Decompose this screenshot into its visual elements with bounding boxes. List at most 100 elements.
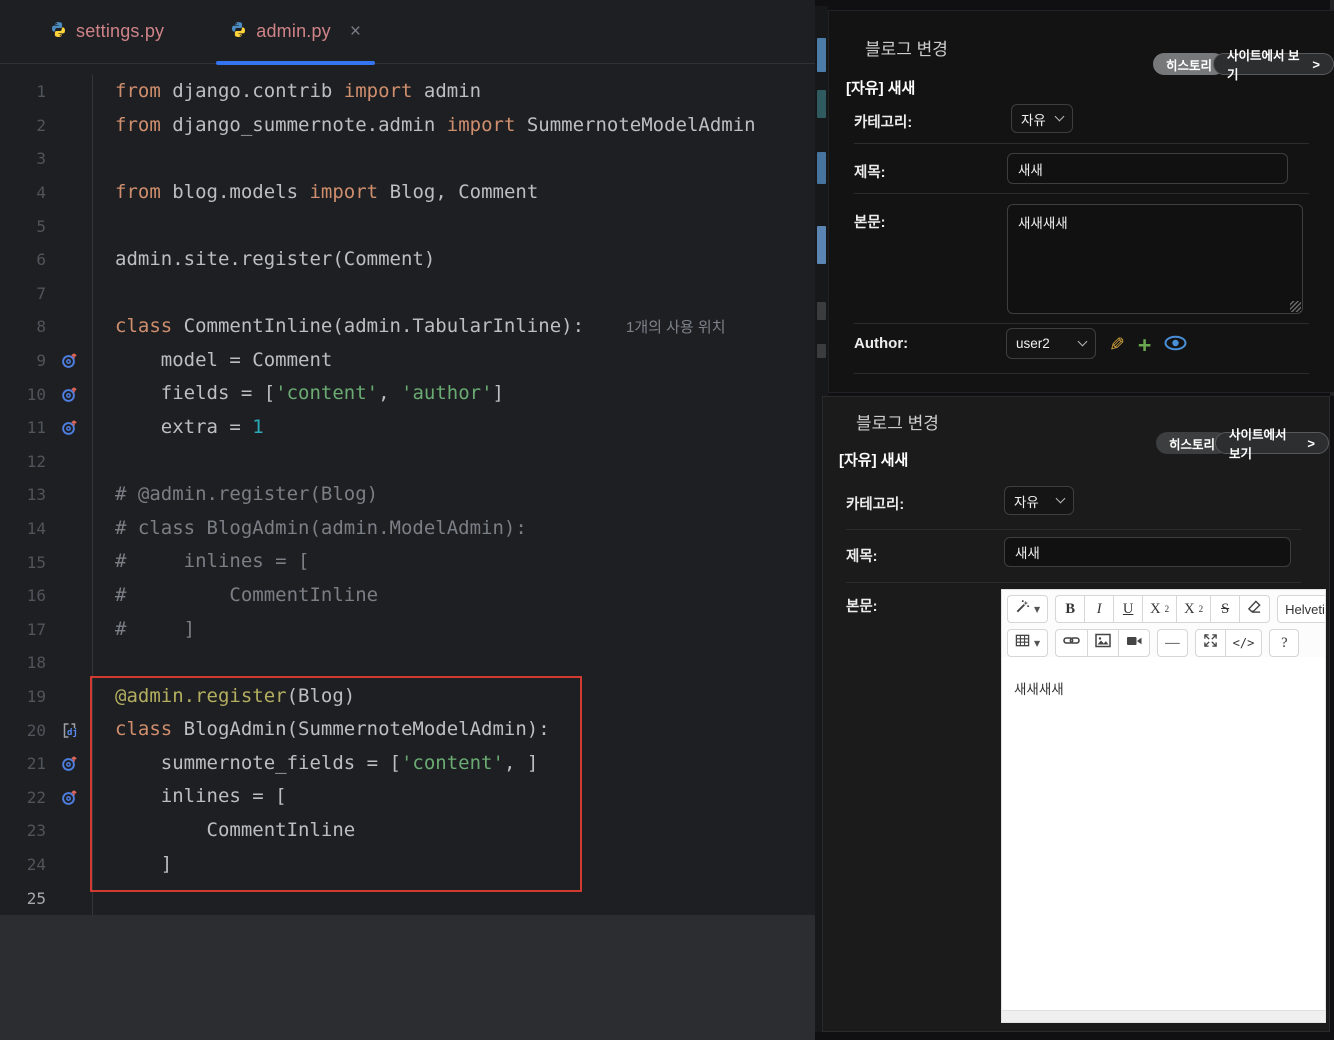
video-icon-button[interactable] (1118, 629, 1151, 657)
code-line[interactable]: 6 admin.site.register(Comment) (0, 242, 815, 277)
video-icon (1126, 634, 1142, 653)
code-text: from blog.models import Blog, Comment (92, 175, 815, 210)
occluded-link-fragment (817, 226, 826, 264)
body-textarea[interactable]: 새새새새 (1007, 204, 1303, 314)
link-icon-button[interactable] (1055, 629, 1089, 657)
token: django_summernote.admin (160, 113, 447, 136)
code-line[interactable]: 8 class CommentInline(admin.TabularInline… (0, 310, 815, 344)
chevron-right-icon: > (1312, 56, 1320, 72)
help-button[interactable]: ? (1269, 629, 1300, 657)
code-line[interactable]: 11 extra = 1 (0, 410, 815, 445)
token: django.contrib (160, 80, 344, 102)
view-on-site-button[interactable]: 사이트에서 보기 > (1215, 428, 1329, 461)
code-line[interactable]: 17 # ] (0, 612, 815, 647)
code-line[interactable]: 20 dj class BlogAdmin(SummernoteModelAdmin… (0, 713, 815, 747)
token: CommentInline (115, 819, 356, 842)
eraser-icon-button[interactable] (1239, 595, 1271, 623)
picture-icon-button[interactable] (1087, 629, 1120, 657)
line-number: 25 (26, 888, 46, 908)
override-gutter-icon[interactable] (46, 419, 92, 436)
token: from (115, 113, 161, 136)
code-line[interactable]: 14 # class BlogAdmin(admin.ModelAdmin): (0, 511, 815, 546)
author-label: Author: (854, 335, 909, 352)
token: blog.models (160, 180, 310, 203)
code-line[interactable]: 24 ] (0, 847, 815, 882)
token: import (446, 113, 516, 136)
line-number: 7 (36, 283, 46, 303)
code-area[interactable]: 1 from django.contrib import admin 2 from d… (0, 75, 815, 915)
code-line[interactable]: 19 @admin.register (Blog) (0, 679, 815, 714)
override-gutter-icon[interactable] (46, 352, 92, 369)
category-select[interactable]: 자유 (1004, 486, 1074, 515)
django-gutter-icon[interactable]: dj (46, 722, 92, 739)
divider (854, 373, 1309, 374)
fontname-button[interactable]: Helvetica (1277, 595, 1325, 623)
category-select[interactable]: 자유 (1011, 104, 1073, 133)
code-text: inlines = [ (92, 780, 815, 815)
code-line[interactable]: 16 # CommentInline (0, 578, 815, 613)
style-icon-button[interactable]: ▼ (1007, 595, 1049, 623)
token: model = Comment (115, 348, 333, 371)
codeview-label: </> (1232, 636, 1255, 650)
resize-grip-icon[interactable] (1290, 301, 1301, 312)
code-line[interactable]: 2 from django_summernote.admin import Sum… (0, 108, 815, 143)
code-line[interactable]: 7 (0, 276, 815, 311)
title-input[interactable] (1007, 153, 1288, 184)
toolbar-group: — (1157, 629, 1188, 657)
code-text: CommentInline (92, 814, 815, 848)
underline-button[interactable]: U (1113, 595, 1144, 623)
line-number: 3 (36, 149, 46, 169)
tab-settings-py[interactable]: settings.py (32, 0, 182, 63)
hr-button[interactable]: — (1157, 629, 1188, 657)
superscript-button[interactable]: X2 (1142, 595, 1178, 623)
bold-button[interactable]: B (1055, 595, 1086, 623)
add-plus-icon[interactable]: + (1138, 334, 1151, 357)
line-number: 19 (26, 686, 46, 706)
code-line[interactable]: 21 summernote_fields = ['content', ] (0, 746, 815, 781)
code-line[interactable]: 1 from django.contrib import admin (0, 75, 815, 109)
author-value: user2 (1016, 336, 1050, 351)
tab-admin-py[interactable]: admin.py × (212, 0, 379, 65)
line-number: 1 (36, 82, 46, 102)
code-line[interactable]: 12 (0, 444, 815, 479)
token: admin.site.register(Comment) (115, 247, 436, 270)
code-line[interactable]: 13 # @admin.register(Blog) (0, 478, 815, 512)
code-line[interactable]: 3 (0, 142, 815, 176)
title-input[interactable] (1004, 537, 1291, 567)
underline-label: U (1122, 600, 1134, 617)
code-line[interactable]: 5 (0, 209, 815, 243)
table-icon-button[interactable]: ▼ (1007, 629, 1049, 657)
token: @admin.register (115, 684, 287, 707)
override-gutter-icon[interactable] (46, 386, 92, 403)
code-text: from django_summernote.admin import Summ… (92, 108, 815, 143)
edit-pencil-icon[interactable]: ✎ (1109, 334, 1125, 357)
code-line[interactable]: 9 model = Comment (0, 343, 815, 378)
subscript-button[interactable]: X2 (1176, 595, 1212, 623)
code-line[interactable]: 15 # inlines = [ (0, 545, 815, 579)
code-line[interactable]: 22 inlines = [ (0, 780, 815, 815)
code-line[interactable]: 23 CommentInline (0, 814, 815, 848)
code-line[interactable]: 18 (0, 646, 815, 680)
code-line[interactable]: 10 fields = ['content', 'author'] (0, 377, 815, 411)
toolbar-group: ▼ (1007, 595, 1049, 623)
override-gutter-icon[interactable] (46, 789, 92, 806)
italic-button[interactable]: I (1084, 595, 1115, 623)
code-line[interactable]: 25 (0, 881, 815, 915)
token: from (115, 80, 161, 102)
rich-text-content[interactable]: 새새새새 (1002, 663, 1325, 1005)
code-line[interactable]: 4 from blog.models import Blog, Comment (0, 175, 815, 210)
toolbar-group: Helvetica (1277, 595, 1325, 623)
close-tab-icon[interactable]: × (350, 22, 361, 41)
codeview-button[interactable]: </> (1224, 629, 1263, 657)
token: 1 (252, 415, 264, 438)
author-select[interactable]: user2 (1006, 328, 1096, 359)
subscript-label: X (1184, 600, 1195, 617)
fontname-label: Helvetica (1285, 601, 1325, 617)
view-on-site-button[interactable]: 사이트에서 보기 > (1213, 49, 1334, 82)
dropdown-caret-icon: ▼ (1034, 604, 1041, 614)
line-number: 18 (26, 653, 46, 673)
view-eye-icon[interactable] (1164, 335, 1187, 356)
strikethrough-button[interactable]: S (1210, 595, 1241, 623)
fullscreen-icon-button[interactable] (1194, 629, 1226, 657)
override-gutter-icon[interactable] (46, 755, 92, 772)
